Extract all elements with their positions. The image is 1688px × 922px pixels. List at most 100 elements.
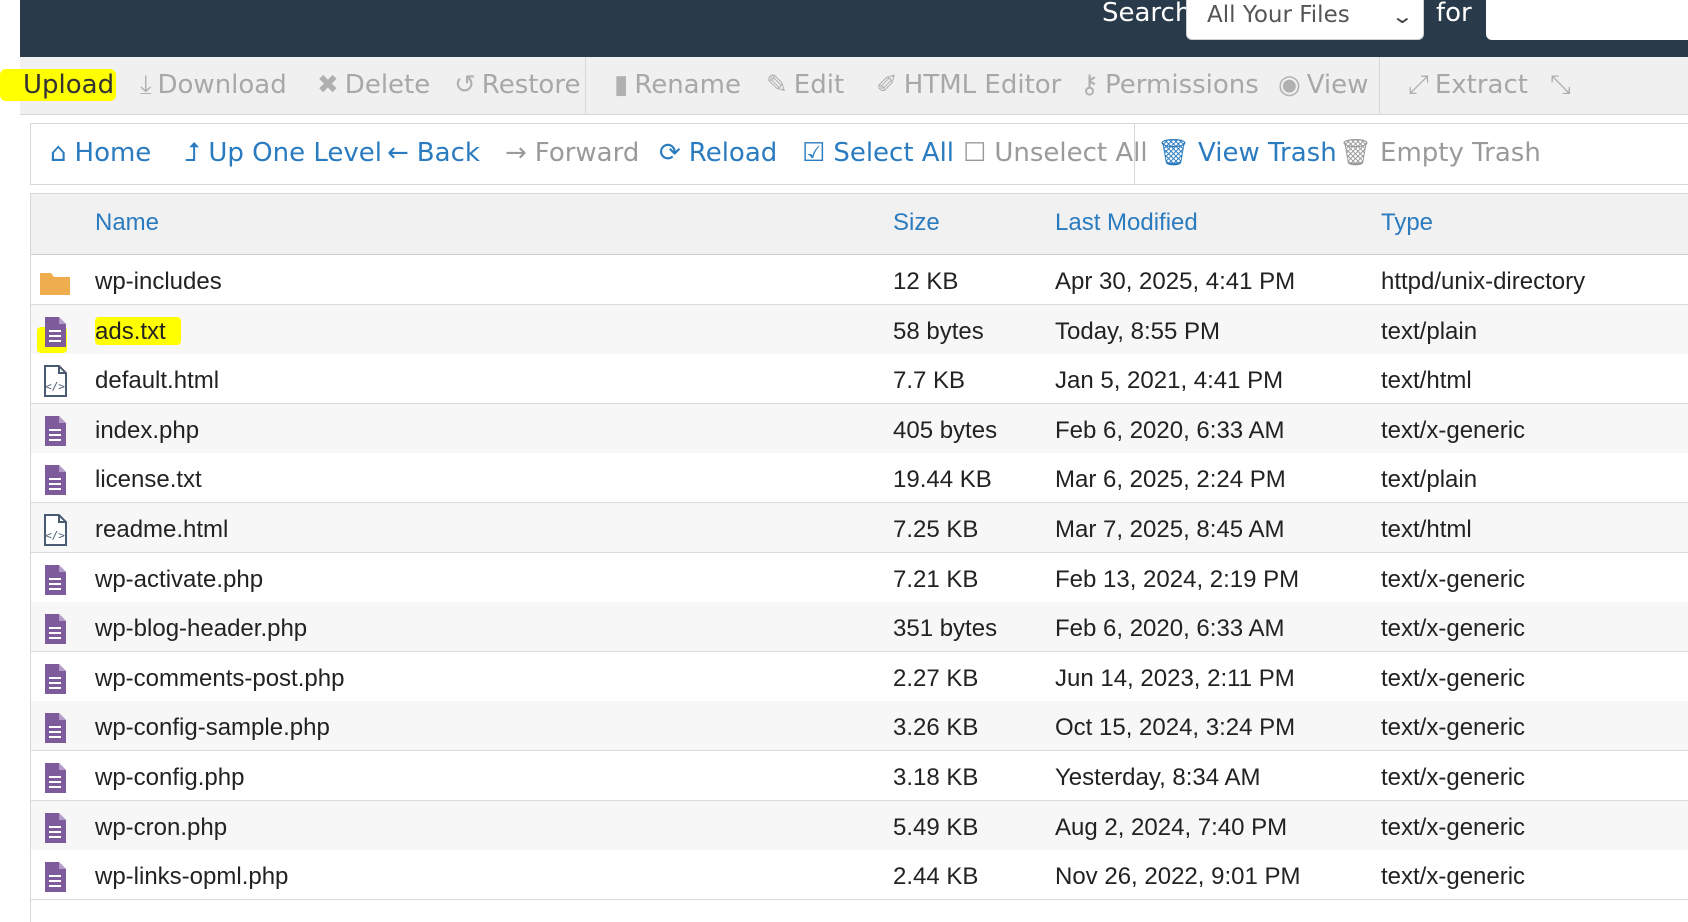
- key-icon: ⚷: [1080, 70, 1100, 100]
- edit-button[interactable]: ✎ Edit: [766, 69, 844, 101]
- file-name[interactable]: wp-links-opml.php: [95, 863, 288, 891]
- table-header: Name Size Last Modified Type: [31, 193, 1688, 255]
- file-name[interactable]: default.html: [95, 367, 219, 395]
- html-file-icon: </>: [39, 513, 71, 547]
- search-input[interactable]: [1486, 0, 1688, 40]
- file-name[interactable]: wp-blog-header.php: [95, 615, 307, 643]
- file-type: text/html: [1381, 516, 1472, 543]
- search-scope-value: All Your Files: [1207, 2, 1350, 28]
- file-name[interactable]: index.php: [95, 417, 199, 445]
- file-last-modified: Aug 2, 2024, 7:40 PM: [1055, 813, 1288, 841]
- back-button[interactable]: ← Back: [387, 137, 480, 169]
- column-header-size[interactable]: Size: [893, 209, 940, 237]
- column-header-type[interactable]: Type: [1381, 209, 1433, 237]
- search-scope-select[interactable]: All Your Files ⌄: [1186, 0, 1424, 40]
- file-name[interactable]: readme.html: [95, 516, 228, 544]
- text-file-icon: [39, 811, 71, 845]
- table-row[interactable]: index.php 405 bytes Feb 6, 2020, 6:33 AM te…: [31, 403, 1688, 454]
- table-row[interactable]: wp-config-sample.php 3.26 KB Oct 15, 2024,…: [31, 701, 1688, 752]
- unselect-all-button[interactable]: ☐ Unselect All: [963, 137, 1148, 169]
- file-type: text/x-generic: [1381, 565, 1526, 593]
- file-size: 2.44 KB: [893, 863, 979, 891]
- for-label: for: [1436, 0, 1472, 28]
- text-file-icon: [39, 860, 71, 894]
- file-type: text/x-generic: [1381, 714, 1526, 742]
- table-row[interactable]: wp-config.php 3.18 KB Yesterday, 8:34 AM te…: [31, 751, 1688, 801]
- arrow-right-icon: →: [505, 138, 527, 168]
- table-row[interactable]: </> default.html 7.7 KB Jan 5, 2021, 4:41 P…: [31, 354, 1688, 405]
- file-icon: ▮: [614, 70, 629, 100]
- file-type: httpd/unix-directory: [1381, 268, 1586, 295]
- table-row[interactable]: wp-includes 12 KB Apr 30, 2025, 4:41 PM htt…: [31, 255, 1688, 305]
- file-last-modified: Feb 6, 2020, 6:33 AM: [1055, 416, 1285, 444]
- reload-button[interactable]: ⟳ Reload: [659, 137, 777, 169]
- text-file-icon: [39, 761, 71, 795]
- file-type: text/x-generic: [1381, 615, 1526, 643]
- file-name[interactable]: wp-activate.php: [95, 566, 263, 594]
- view-trash-button[interactable]: 🗑 View Trash: [1157, 137, 1337, 169]
- table-row[interactable]: wp-blog-header.php 351 bytes Feb 6, 2020, …: [31, 602, 1688, 653]
- file-last-modified: Feb 13, 2024, 2:19 PM: [1055, 565, 1300, 593]
- file-type: text/plain: [1381, 466, 1478, 494]
- empty-box-icon: ☐: [963, 138, 987, 168]
- svg-text:</>: </>: [45, 380, 65, 393]
- file-name[interactable]: ads.txt: [95, 318, 166, 346]
- compress-button[interactable]: ⤡: [1550, 69, 1577, 101]
- toolbar-divider: [1379, 57, 1380, 115]
- file-name[interactable]: license.txt: [95, 466, 202, 494]
- folder-icon: [39, 265, 71, 299]
- text-file-icon: [39, 315, 71, 349]
- download-button[interactable]: ⤓ Download: [140, 69, 287, 101]
- file-table: Name Size Last Modified Type wp-includes…: [30, 193, 1688, 922]
- file-size: 19.44 KB: [893, 466, 992, 494]
- compress-icon: ⤡: [1550, 70, 1571, 100]
- file-type: text/x-generic: [1381, 416, 1526, 444]
- close-icon: ✖: [317, 70, 339, 100]
- file-name[interactable]: wp-includes: [95, 268, 222, 296]
- toolbar-divider: [1134, 124, 1135, 184]
- file-type: text/plain: [1381, 317, 1478, 345]
- action-toolbar: Upload ⤓ Download ✖ Delete ↺ Restore ▮ Renam…: [0, 57, 1688, 115]
- file-last-modified: Oct 15, 2024, 3:24 PM: [1055, 714, 1296, 742]
- column-header-last-modified[interactable]: Last Modified: [1055, 209, 1198, 237]
- rename-button[interactable]: ▮ Rename: [614, 69, 741, 101]
- pencil-icon: ✎: [766, 70, 788, 100]
- text-file-icon: [39, 463, 71, 497]
- table-row[interactable]: </> readme.html 7.25 KB Mar 7, 2025, 8:45 A…: [31, 503, 1688, 553]
- html-editor-button[interactable]: ✐ HTML Editor: [876, 69, 1061, 101]
- file-last-modified: Apr 30, 2025, 4:41 PM: [1055, 268, 1296, 295]
- file-size: 58 bytes: [893, 317, 984, 345]
- text-file-icon: [39, 711, 71, 745]
- extract-button[interactable]: ⤢ Extract: [1408, 69, 1528, 101]
- table-row[interactable]: wp-activate.php 7.21 KB Feb 13, 2024, 2:19…: [31, 552, 1688, 603]
- file-size: 5.49 KB: [893, 813, 979, 841]
- table-row[interactable]: wp-links-opml.php 2.44 KB Nov 26, 2022, 9:…: [31, 850, 1688, 901]
- forward-button[interactable]: → Forward: [505, 137, 639, 169]
- file-name[interactable]: wp-config-sample.php: [95, 714, 330, 742]
- table-row[interactable]: wp-comments-post.php 2.27 KB Jun 14, 2023,…: [31, 651, 1688, 702]
- file-size: 7.7 KB: [893, 367, 966, 395]
- restore-button[interactable]: ↺ Restore: [454, 69, 580, 101]
- file-type: text/x-generic: [1381, 664, 1526, 692]
- file-name[interactable]: wp-cron.php: [95, 814, 227, 842]
- text-file-icon: [39, 612, 71, 646]
- table-row[interactable]: license.txt 19.44 KB Mar 6, 2025, 2:24 PM t…: [31, 453, 1688, 504]
- edit-square-icon: ✐: [876, 70, 898, 100]
- delete-button[interactable]: ✖ Delete: [317, 69, 430, 101]
- file-last-modified: Mar 7, 2025, 8:45 AM: [1055, 516, 1285, 543]
- file-last-modified: Today, 8:55 PM: [1055, 317, 1220, 345]
- up-one-level-button[interactable]: ⮥ Up One Level: [185, 137, 382, 169]
- file-name[interactable]: wp-comments-post.php: [95, 665, 344, 693]
- file-name[interactable]: wp-config.php: [95, 764, 244, 792]
- select-all-button[interactable]: ☑ Select All: [802, 137, 954, 169]
- file-size: 351 bytes: [893, 615, 998, 643]
- empty-trash-button[interactable]: 🗑 Empty Trash: [1339, 137, 1541, 169]
- home-button[interactable]: ⌂ Home: [50, 137, 151, 169]
- upload-button[interactable]: Upload: [23, 69, 114, 101]
- undo-icon: ↺: [454, 70, 476, 100]
- column-header-name[interactable]: Name: [95, 209, 159, 237]
- view-button[interactable]: ◉ View: [1278, 69, 1368, 101]
- permissions-button[interactable]: ⚷ Permissions: [1080, 69, 1259, 101]
- table-row[interactable]: ads.txt 58 bytes Today, 8:55 PM text/plain: [31, 304, 1688, 355]
- table-row[interactable]: wp-cron.php 5.49 KB Aug 2, 2024, 7:40 PM te…: [31, 800, 1688, 851]
